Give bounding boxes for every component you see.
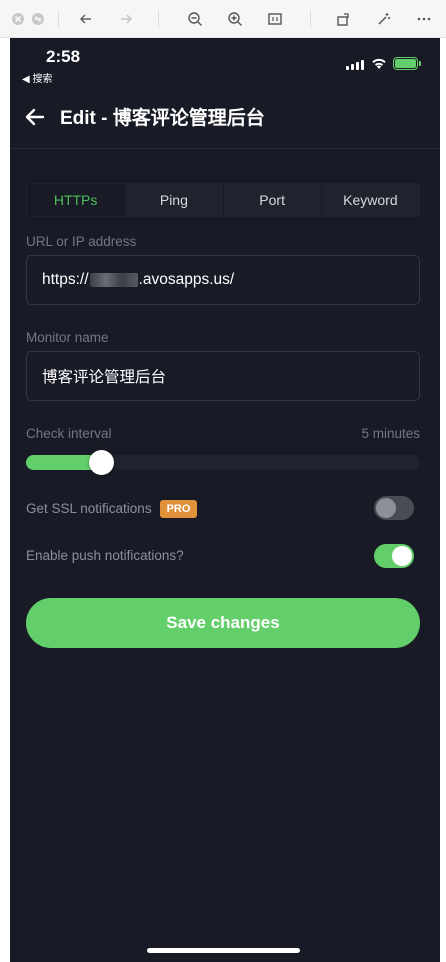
url-field-label: URL or IP address [26, 234, 137, 249]
save-changes-button[interactable]: Save changes [26, 598, 420, 648]
back-to-app-link[interactable]: ◀ 搜索 [22, 70, 52, 85]
forward-icon[interactable] [116, 9, 136, 29]
monitor-type-tabs: HTTPs Ping Port Keyword [26, 183, 420, 217]
check-interval-slider[interactable] [26, 450, 420, 475]
zoom-out-icon[interactable] [185, 9, 205, 29]
push-notifications-label: Enable push notifications? [26, 548, 184, 563]
tab-ping[interactable]: Ping [125, 184, 224, 216]
page-title: Edit - 博客评论管理后台 [60, 108, 265, 129]
status-bar: 2:58 ◀ 搜索 [10, 38, 440, 86]
pro-badge: PRO [159, 500, 198, 518]
more-icon[interactable] [414, 9, 434, 29]
minimize-window-icon[interactable] [28, 9, 48, 29]
tab-port[interactable]: Port [224, 184, 322, 216]
monitor-name-value: 博客评论管理后台 [42, 369, 167, 386]
back-arrow-icon[interactable] [24, 106, 46, 128]
check-interval-label: Check interval [26, 426, 112, 441]
check-interval-value: 5 minutes [361, 426, 420, 441]
markup-icon[interactable] [374, 9, 394, 29]
redacted-text [89, 273, 138, 287]
status-time: 2:58 [46, 47, 81, 66]
url-suffix: .avosapps.us/ [138, 271, 235, 288]
tab-keyword[interactable]: Keyword [322, 184, 419, 216]
zoom-in-icon[interactable] [225, 9, 245, 29]
monitor-name-label: Monitor name [26, 330, 109, 345]
slider-thumb[interactable] [89, 450, 114, 475]
ssl-notifications-label: Get SSL notifications [26, 501, 152, 516]
url-input[interactable]: https:// .avosapps.us/ [26, 255, 420, 305]
toggle-knob [392, 546, 412, 566]
close-window-icon[interactable] [8, 9, 28, 29]
phone-screen: 2:58 ◀ 搜索 Edit - 博客评论管理后台 HTTPs Ping Por… [10, 38, 440, 962]
wifi-icon [372, 58, 386, 69]
tab-https[interactable]: HTTPs [27, 184, 126, 216]
push-notifications-toggle[interactable] [374, 544, 414, 568]
battery-icon [393, 57, 418, 70]
rotate-icon[interactable] [334, 9, 354, 29]
ssl-notifications-row: Get SSL notifications PRO [26, 500, 198, 518]
ssl-notifications-toggle[interactable] [374, 496, 414, 520]
monitor-name-input[interactable]: 博客评论管理后台 [26, 351, 420, 401]
home-indicator [147, 948, 300, 953]
url-prefix: https:// [42, 271, 89, 288]
fit-page-icon[interactable] [265, 9, 285, 29]
toggle-knob [376, 498, 396, 518]
back-icon[interactable] [76, 9, 96, 29]
viewer-toolbar [0, 0, 446, 38]
cellular-signal-icon [346, 59, 364, 70]
header: Edit - 博客评论管理后台 [10, 86, 440, 149]
